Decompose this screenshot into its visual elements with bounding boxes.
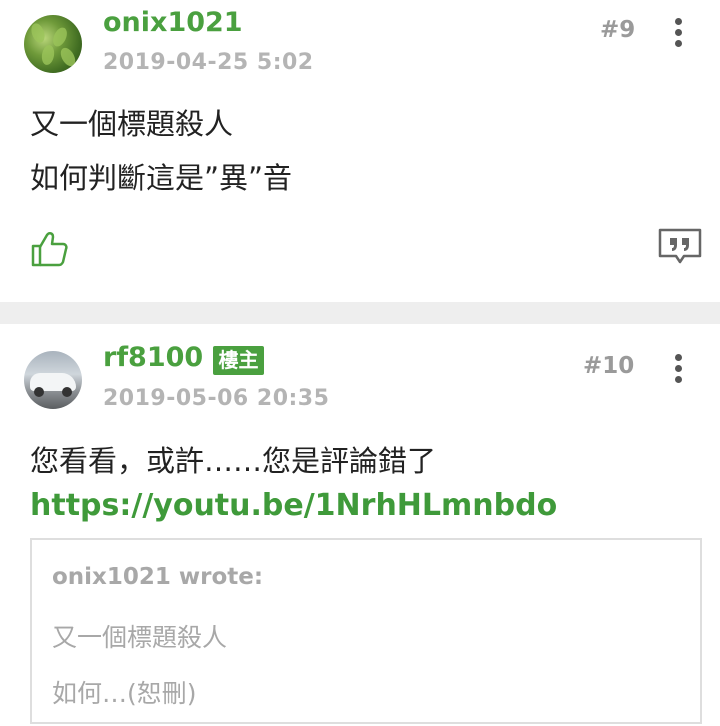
username[interactable]: onix1021 (103, 7, 243, 38)
quote-author: onix1021 wrote: (52, 564, 264, 590)
quote-block: onix1021 wrote: 又一個標題殺人 如何…(恕刪) (30, 538, 702, 724)
more-vertical-icon[interactable] (675, 354, 683, 387)
floor-number: #10 (583, 353, 635, 379)
post-timestamp: 2019-05-06 20:35 (103, 386, 330, 411)
post-content-line: 您看看，或許……您是評論錯了 (30, 444, 437, 478)
post-content-line: 如何判斷這是”異”音 (30, 161, 293, 195)
username[interactable]: rf8100 (103, 342, 203, 373)
post-content-line: 又一個標題殺人 (30, 107, 234, 141)
more-vertical-icon[interactable] (675, 18, 683, 51)
quote-line: 又一個標題殺人 (52, 623, 228, 652)
post-timestamp: 2019-04-25 5:02 (103, 50, 314, 75)
avatar[interactable] (24, 351, 82, 409)
op-badge: 樓主 (213, 346, 264, 375)
post-9: onix1021 2019-04-25 5:02 #9 又一個標題殺人 如何判斷… (0, 0, 720, 302)
avatar[interactable] (24, 15, 82, 73)
thumbs-up-icon[interactable] (30, 230, 70, 268)
post-divider (0, 302, 720, 324)
quote-line: 如何…(恕刪) (52, 679, 197, 708)
quote-reply-icon[interactable] (658, 228, 702, 264)
youtube-link[interactable]: https://youtu.be/1NrhHLmnbdo (30, 488, 557, 523)
floor-number: #9 (600, 17, 636, 43)
